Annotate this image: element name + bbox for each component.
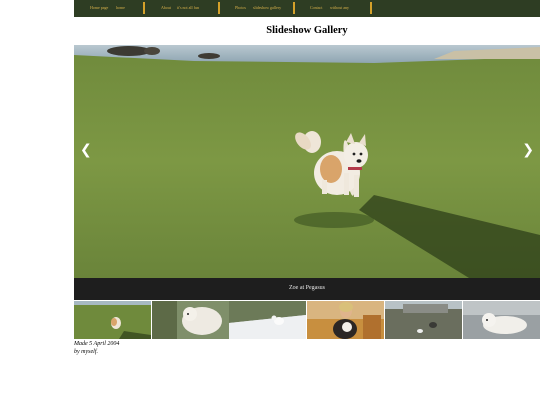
footer-date: Made 5 April 2004 <box>74 341 120 347</box>
nav-item-contact[interactable]: Contact without any <box>310 0 370 17</box>
nav-item-home[interactable]: Home page home <box>90 0 150 17</box>
footer-author: by myself. <box>74 349 98 355</box>
thumb-dog-in-yard-image <box>385 301 462 339</box>
nav-item-photos[interactable]: Photos slideshow gallery <box>235 0 295 17</box>
thumb-white-dog-lying-image <box>463 301 540 339</box>
slideshow: ❮ ❯ Zoe at Pegasus <box>74 45 540 300</box>
nav-sublink-about[interactable]: it's not all fun <box>177 5 199 10</box>
nav-link-contact[interactable]: Contact <box>310 5 322 10</box>
thumb-white-dog-resting-image <box>152 301 229 339</box>
thumbnail-5[interactable] <box>385 301 462 339</box>
thumbnail-4[interactable] <box>307 301 384 339</box>
caption-bar: Zoe at Pegasus <box>74 278 540 300</box>
nav-sublink-contact[interactable]: without any <box>330 5 349 10</box>
nav-item-about[interactable]: About it's not all fun <box>161 0 221 17</box>
thumbnail-3[interactable] <box>229 301 306 339</box>
next-slide-button[interactable]: ❯ <box>522 143 534 157</box>
thumb-dog-on-grass-image <box>74 301 151 339</box>
nav-link-about[interactable]: About <box>161 5 171 10</box>
nav-separator <box>370 2 372 14</box>
thumbnail-strip <box>74 301 540 339</box>
nav-separator <box>143 2 145 14</box>
thumbnail-6[interactable] <box>463 301 540 339</box>
nav-sublink-home[interactable]: home <box>116 5 125 10</box>
slide-caption: Zoe at Pegasus <box>289 285 325 291</box>
previous-slide-button[interactable]: ❮ <box>80 143 92 157</box>
thumb-dog-in-snow-image <box>229 301 306 339</box>
nav-link-home[interactable]: Home page <box>90 5 108 10</box>
page-title: Slideshow Gallery <box>266 25 348 36</box>
footer: Made 5 April 2004 by myself. <box>74 340 119 356</box>
thumbnail-2[interactable] <box>152 301 229 339</box>
nav-link-photos[interactable]: Photos <box>235 5 246 10</box>
thumbnail-1[interactable] <box>74 301 151 339</box>
nav-separator <box>218 2 220 14</box>
top-navigation-bar: Home page home About it's not all fun Ph… <box>74 0 540 17</box>
thumb-person-with-dog-image <box>307 301 384 339</box>
nav-separator <box>293 2 295 14</box>
nav-sublink-photos[interactable]: slideshow gallery <box>253 5 281 10</box>
slide-photo-dog-on-lawn <box>74 45 540 278</box>
